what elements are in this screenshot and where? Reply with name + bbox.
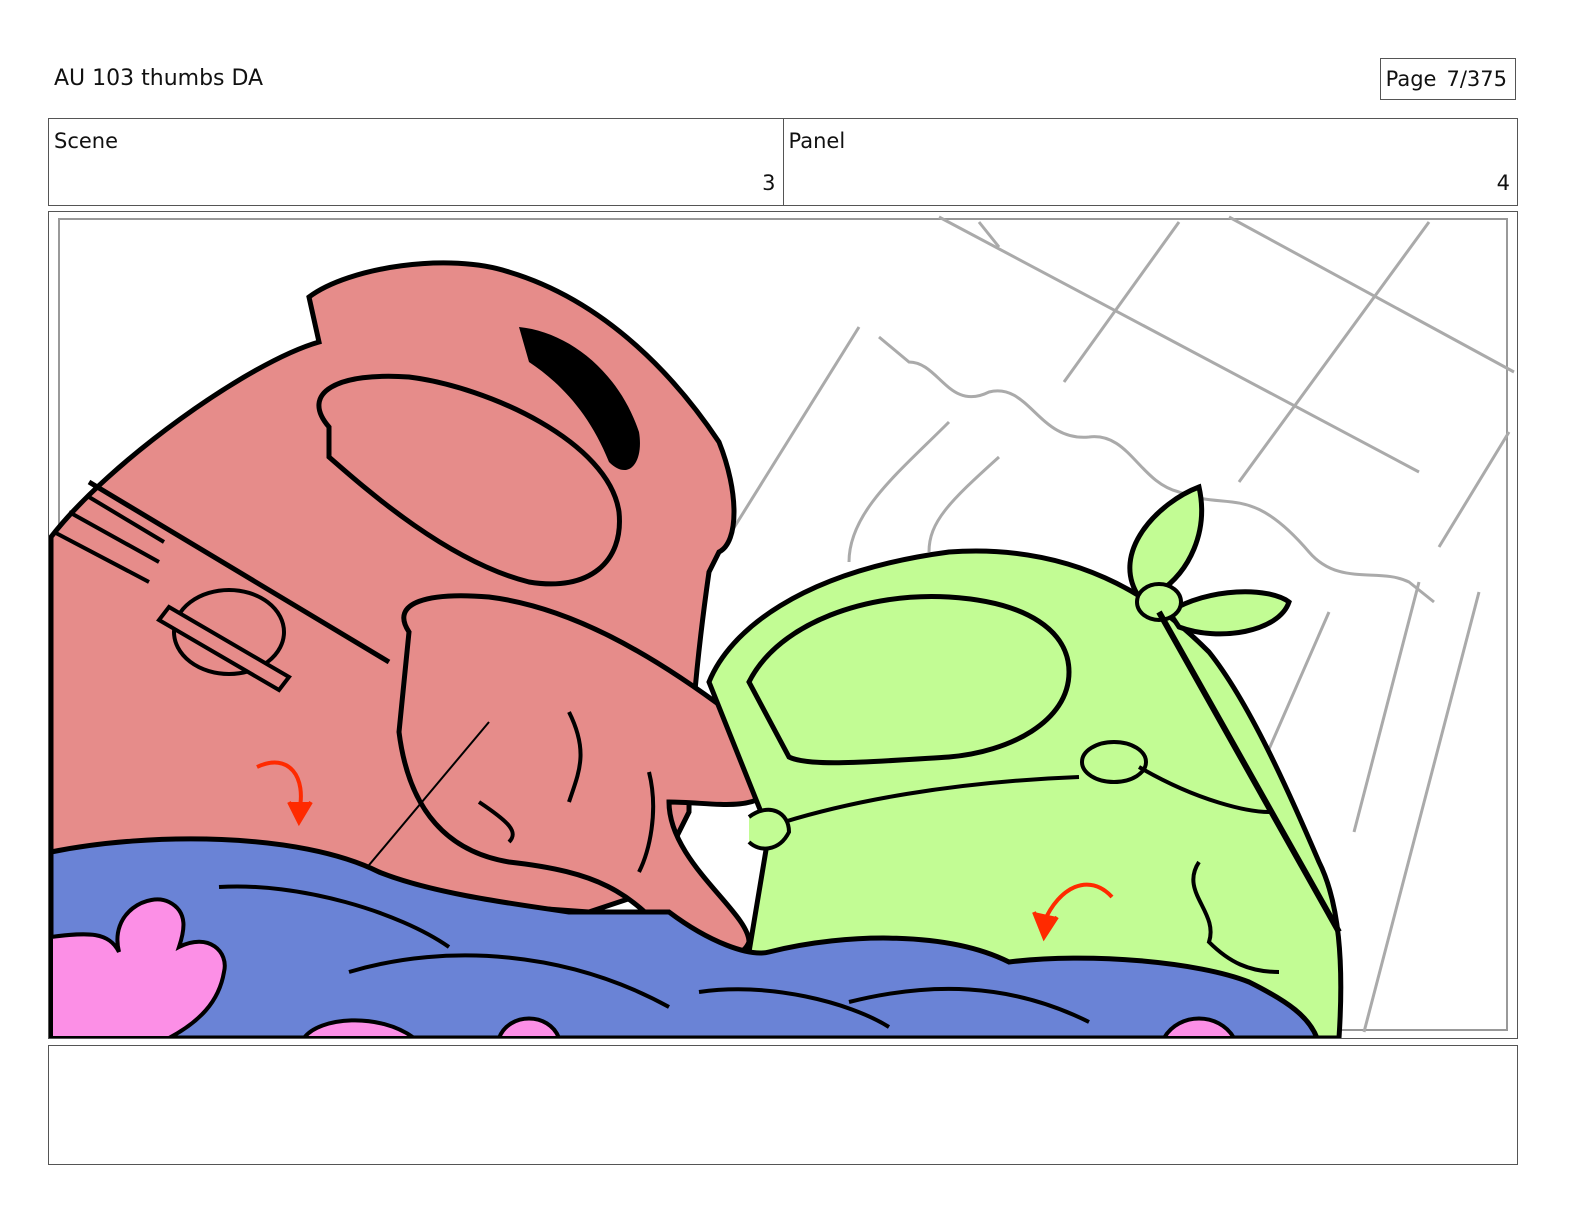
page-number: 7/375: [1446, 67, 1507, 91]
panel-number: 4: [1496, 171, 1510, 195]
scene-number: 3: [762, 171, 776, 195]
panel-label: Panel: [788, 129, 846, 153]
page-indicator: Page 7/375: [1380, 58, 1516, 100]
panel-cell: Panel 4: [782, 119, 1518, 205]
panel-illustration: [49, 215, 1515, 1038]
document-title: AU 103 thumbs DA: [54, 66, 264, 91]
scene-panel-header: Scene 3 Panel 4: [48, 118, 1518, 206]
page-label: Page: [1385, 67, 1437, 91]
notes-area[interactable]: [48, 1045, 1518, 1165]
scene-label: Scene: [54, 129, 119, 153]
scene-cell: Scene 3: [49, 119, 783, 205]
storyboard-panel: [48, 211, 1518, 1039]
